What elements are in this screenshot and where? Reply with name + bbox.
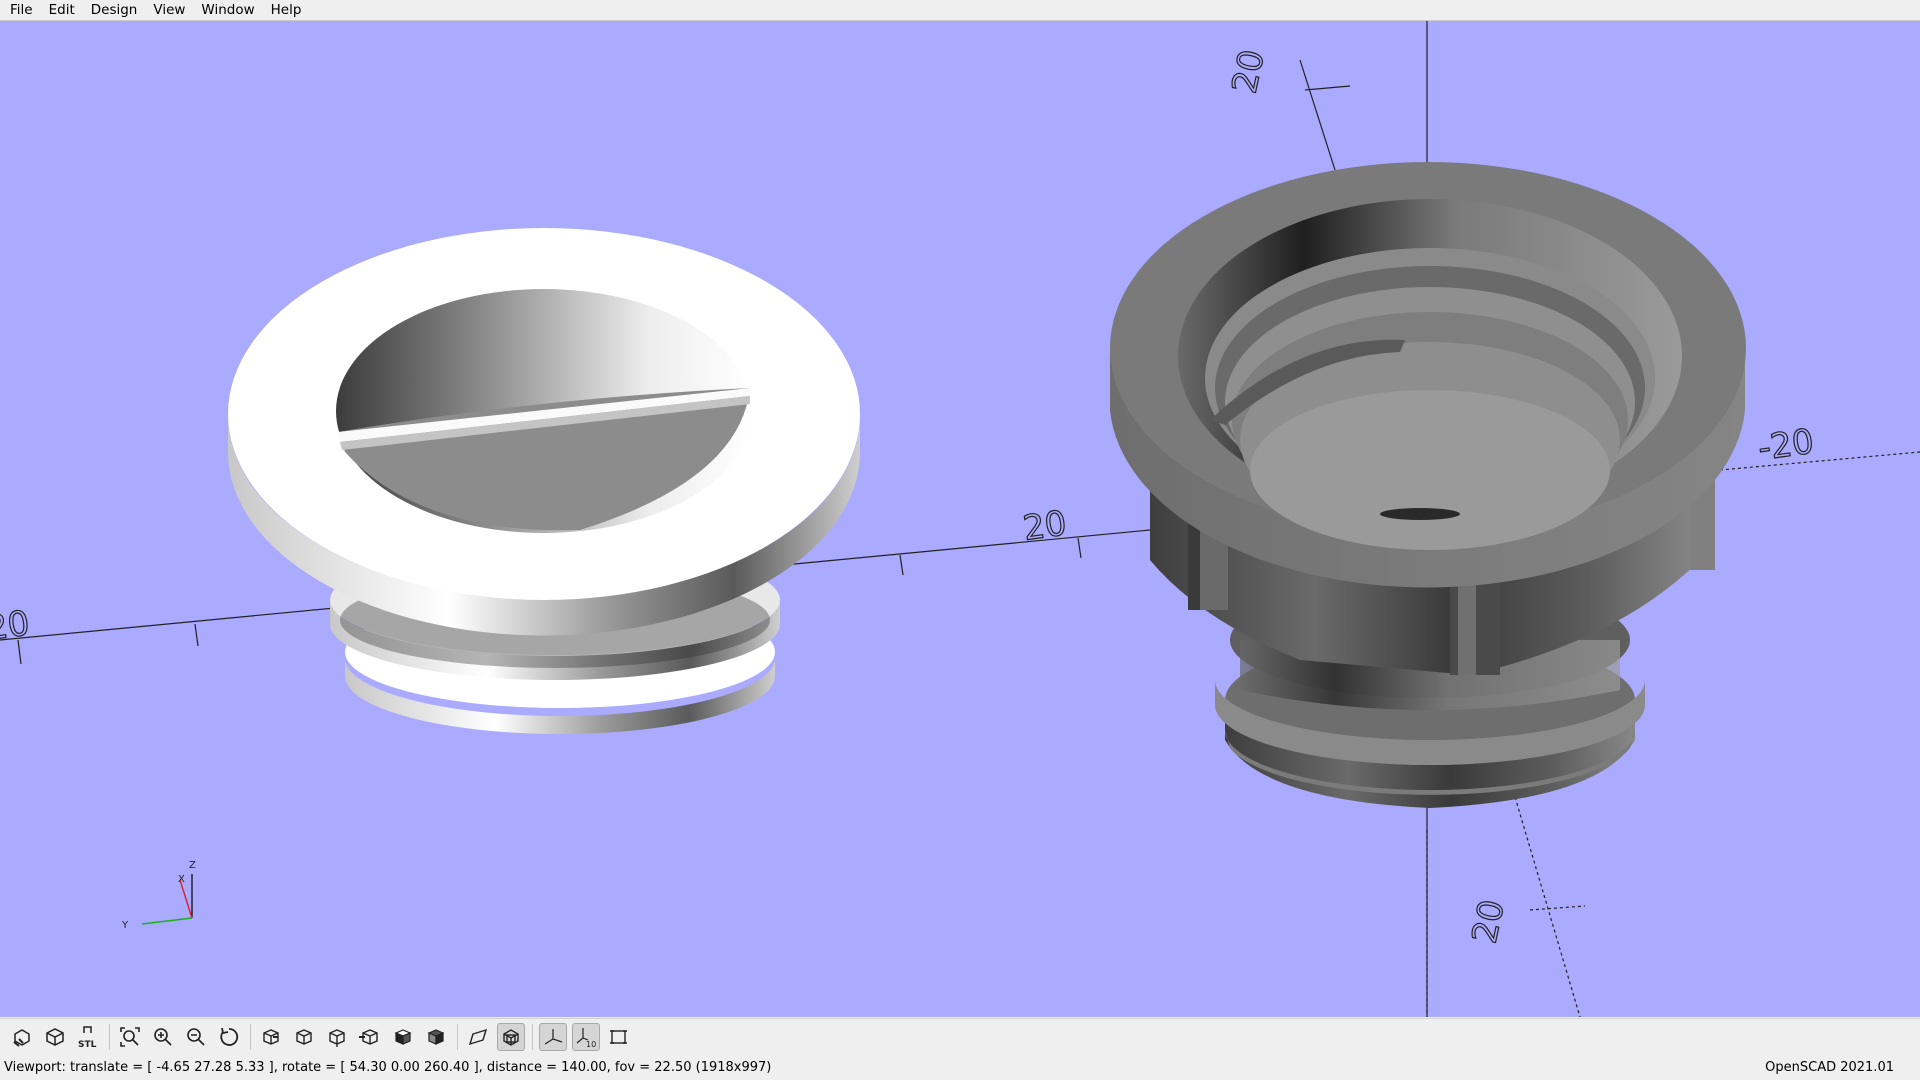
tick — [1529, 905, 1586, 911]
view-back-icon[interactable] — [422, 1023, 450, 1051]
y-axis-line — [1299, 59, 1336, 171]
tick — [1304, 85, 1351, 91]
scale-marker-label: 10 — [586, 1040, 596, 1049]
axis-label: 20 — [0, 603, 32, 649]
view-bottom-icon[interactable] — [323, 1023, 351, 1051]
status-bar: Viewport: translate = [ -4.65 27.28 5.33… — [0, 1055, 1920, 1080]
scene: 20 -20 20 20 20 Z X Y — [0, 21, 1920, 1017]
reset-view-icon[interactable] — [215, 1023, 243, 1051]
menu-edit[interactable]: Edit — [41, 0, 83, 20]
grey-adapter-model — [1110, 162, 1746, 808]
view-front-icon[interactable] — [389, 1023, 417, 1051]
axis-indicator: Z X Y — [121, 860, 196, 931]
show-scale-markers-icon[interactable]: 10 — [572, 1022, 600, 1051]
perspective-icon[interactable] — [464, 1023, 492, 1051]
axis-indicator-x: X — [178, 874, 185, 885]
axis-label: -20 — [1756, 422, 1817, 469]
stl-label: STL — [78, 1040, 97, 1050]
axis-label: 20 — [1465, 896, 1513, 947]
menu-file[interactable]: File — [0, 0, 41, 20]
export-stl-icon[interactable]: STL — [74, 1023, 102, 1051]
orthogonal-icon[interactable] — [497, 1022, 525, 1051]
menu-help[interactable]: Help — [263, 0, 310, 20]
axis-indicator-z: Z — [189, 860, 196, 871]
view-all-icon[interactable] — [116, 1023, 144, 1051]
tick — [194, 623, 199, 647]
3d-viewport[interactable]: 20 -20 20 20 20 Z X Y — [0, 21, 1920, 1017]
view-right-icon[interactable] — [257, 1023, 285, 1051]
zoom-in-icon[interactable] — [149, 1023, 177, 1051]
zoom-out-icon[interactable] — [182, 1023, 210, 1051]
toolbar-separator — [109, 1023, 110, 1050]
show-axes-icon[interactable] — [539, 1022, 567, 1051]
tick — [899, 554, 904, 576]
view-toolbar: STL 10 — [0, 1018, 1920, 1054]
toolbar-separator — [457, 1023, 458, 1050]
axis-indicator-y: Y — [121, 920, 129, 931]
viewport-status: Viewport: translate = [ -4.65 27.28 5.33… — [4, 1060, 772, 1075]
menu-window[interactable]: Window — [193, 0, 262, 20]
tick — [1077, 537, 1082, 559]
axis-label: 20 — [1021, 503, 1069, 549]
x-axis-negative-line — [1719, 451, 1920, 471]
view-top-icon[interactable] — [290, 1023, 318, 1051]
toolbar-separator — [250, 1023, 251, 1050]
menu-view[interactable]: View — [145, 0, 193, 20]
white-plug-model — [228, 228, 860, 734]
view-left-icon[interactable] — [356, 1023, 384, 1051]
app-version: OpenSCAD 2021.01 — [1765, 1060, 1894, 1075]
axis-label: 20 — [1225, 46, 1273, 97]
show-edges-icon[interactable] — [605, 1023, 633, 1051]
y-axis-negative-line — [1509, 779, 1581, 1017]
preview-icon[interactable] — [41, 1023, 69, 1051]
menu-design[interactable]: Design — [83, 0, 146, 20]
toolbar-separator — [532, 1023, 533, 1050]
render-icon[interactable] — [8, 1023, 36, 1051]
menu-bar: File Edit Design View Window Help — [0, 0, 1920, 21]
